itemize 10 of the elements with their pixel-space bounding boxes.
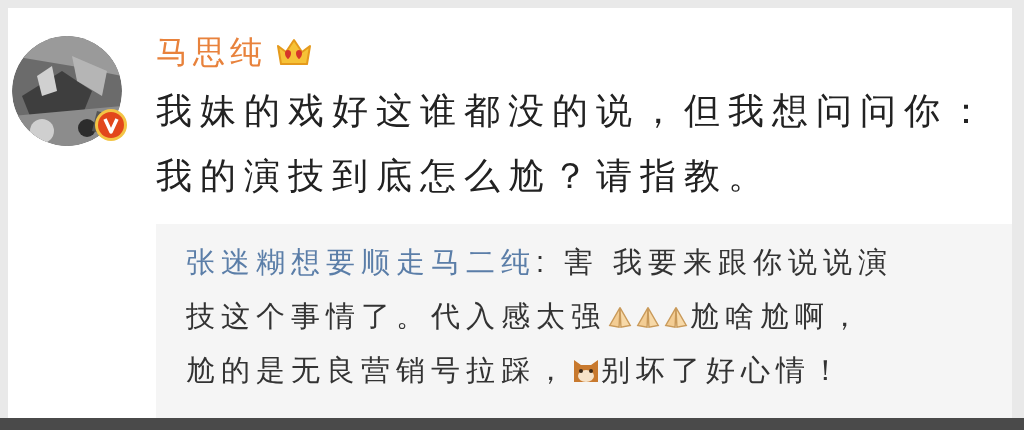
reply-text: 技这个事情了。代入感太强 <box>186 299 606 335</box>
author-name[interactable]: 马思纯 <box>156 30 267 74</box>
reply-text: 尬的是无良营销号拉踩， <box>186 353 571 389</box>
crown-icon <box>275 36 313 68</box>
post-text-line: 我的演技到底怎么尬？请指教。 <box>156 154 773 198</box>
reply-username-link[interactable]: 张迷糊想要顺走马二纯 <box>186 241 536 285</box>
reply-text: 尬啥尬啊， <box>690 299 865 335</box>
reply-text: : 害 我要来跟你说说演 <box>536 245 894 281</box>
reply-text: 别坏了好心情！ <box>601 353 846 389</box>
post-text-line: 我妹的戏好这谁都没的说，但我想问问你： <box>156 89 993 133</box>
